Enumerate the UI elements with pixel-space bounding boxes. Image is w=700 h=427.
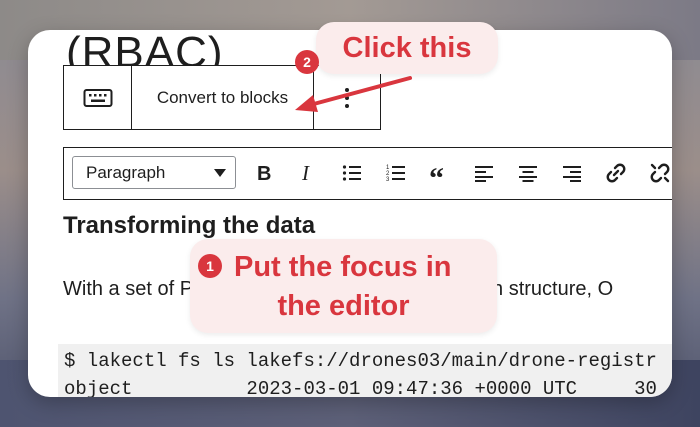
callout-focus-editor: Put the focus in the editor xyxy=(190,239,497,333)
pointer-arrow xyxy=(295,76,412,112)
step-badge-1: 1 xyxy=(198,254,222,278)
callout-line-2: the editor xyxy=(277,290,410,322)
callout-line-1: Put the focus in xyxy=(234,251,452,283)
